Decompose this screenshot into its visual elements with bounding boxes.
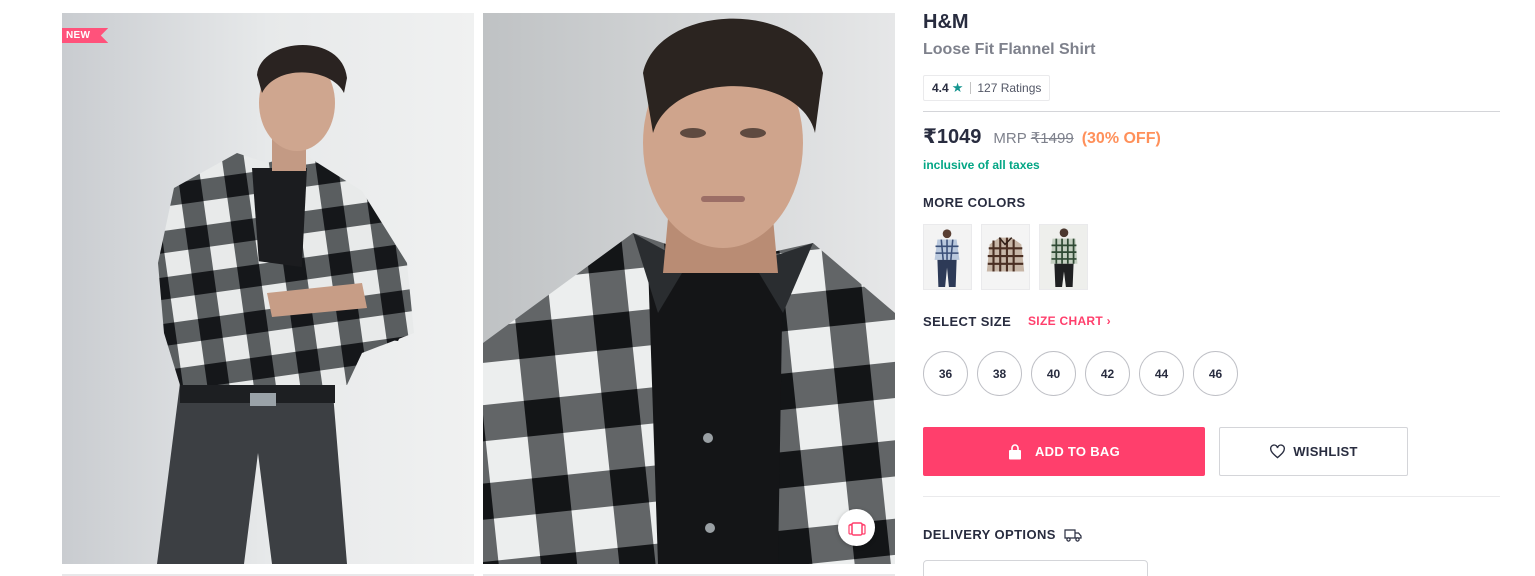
tax-note: inclusive of all taxes: [923, 158, 1040, 172]
rating-separator: [970, 82, 972, 94]
color-swatch-green-check[interactable]: [1039, 224, 1088, 290]
size-chart-link[interactable]: SIZE CHART ›: [1028, 314, 1111, 328]
selling-price: ₹1049: [923, 126, 982, 148]
divider: [923, 496, 1500, 497]
ratings-count: 127 Ratings: [977, 81, 1042, 95]
price-row: ₹1049 MRP ₹1499 (30% OFF): [923, 124, 1161, 149]
product-name: Loose Fit Flannel Shirt: [923, 41, 1096, 58]
rating-value: 4.4: [932, 81, 949, 95]
mrp-label: MRP: [993, 130, 1027, 147]
delivery-options-title: DELIVERY OPTIONS: [923, 527, 1082, 542]
product-image-2[interactable]: [483, 13, 895, 564]
delivery-truck-icon: [1064, 528, 1082, 542]
wishlist-label: WISHLIST: [1293, 444, 1358, 459]
brand-name: H&M: [923, 11, 969, 33]
chevron-right-icon: ›: [1106, 314, 1111, 328]
model-photo-arms-crossed-icon: [62, 13, 474, 564]
brown-check-shirt-thumbnail-icon: [982, 225, 1029, 289]
more-colors-title: MORE COLORS: [923, 195, 1026, 210]
heart-icon: [1270, 444, 1286, 459]
model-photo-closeup-icon: [483, 13, 895, 564]
add-to-bag-label: ADD TO BAG: [1034, 444, 1121, 459]
blue-check-shirt-thumbnail-icon: [924, 225, 971, 289]
select-size-title: SELECT SIZE: [923, 314, 1012, 329]
pincode-input[interactable]: [923, 560, 1148, 576]
size-button-40[interactable]: 40: [1031, 351, 1076, 396]
product-image-gallery: NEW: [62, 13, 895, 576]
similar-products-icon: [847, 521, 866, 536]
mrp-value: ₹1499: [1030, 130, 1074, 147]
shopping-bag-icon: [1008, 443, 1021, 459]
color-swatch-brown-check[interactable]: [981, 224, 1030, 290]
product-details: H&M Loose Fit Flannel Shirt 4.4 ★ 127 Ra…: [923, 0, 1500, 576]
star-icon: ★: [951, 80, 964, 95]
add-to-bag-button[interactable]: ADD TO BAG: [923, 427, 1205, 476]
view-similar-button[interactable]: [838, 509, 875, 546]
size-chart-label: SIZE CHART: [1028, 314, 1103, 328]
product-image-1[interactable]: [62, 13, 474, 564]
wishlist-button[interactable]: WISHLIST: [1219, 427, 1408, 476]
mrp: MRP ₹1499: [993, 129, 1073, 147]
divider: [923, 111, 1500, 112]
size-button-44[interactable]: 44: [1139, 351, 1184, 396]
size-button-36[interactable]: 36: [923, 351, 968, 396]
size-button-42[interactable]: 42: [1085, 351, 1130, 396]
color-swatch-blue-check[interactable]: [923, 224, 972, 290]
size-button-38[interactable]: 38: [977, 351, 1022, 396]
size-options: 36 38 40 42 44 46: [923, 351, 1238, 396]
rating-summary[interactable]: 4.4 ★ 127 Ratings: [923, 75, 1051, 101]
color-swatches: [923, 224, 1088, 290]
delivery-options-label: DELIVERY OPTIONS: [923, 527, 1056, 542]
size-button-46[interactable]: 46: [1193, 351, 1238, 396]
discount-percent: (30% OFF): [1081, 130, 1161, 147]
green-check-shirt-thumbnail-icon: [1040, 225, 1087, 289]
